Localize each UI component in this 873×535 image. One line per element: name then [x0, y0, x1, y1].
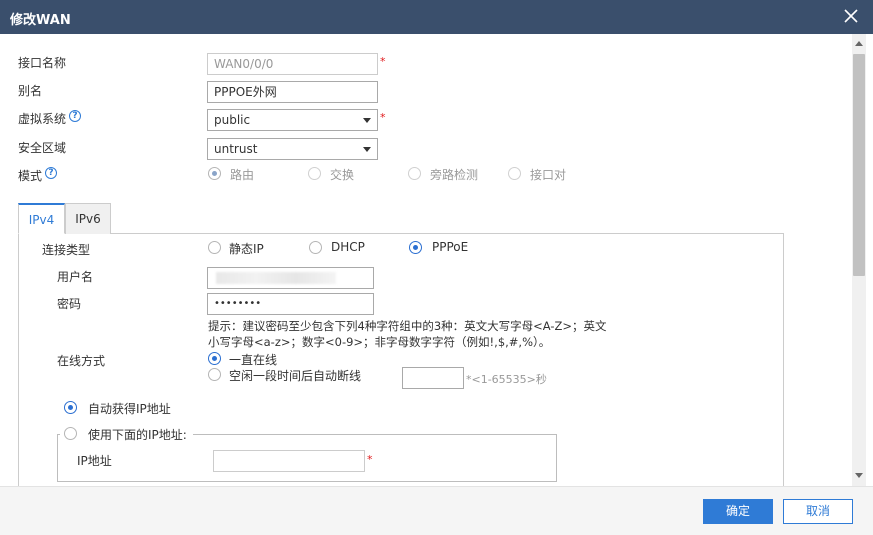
alias-field[interactable]: PPPOE外网: [207, 81, 378, 103]
ip-manual-label: 使用下面的IP地址:: [88, 428, 187, 442]
vertical-scrollbar[interactable]: [852, 34, 866, 486]
connection-option-pppoe: PPPoE: [432, 240, 469, 254]
mode-option-switch: 交换: [330, 168, 355, 182]
mode-option-route: 路由: [230, 168, 255, 182]
ip-manual-radio[interactable]: [64, 427, 77, 440]
tab-ipv4[interactable]: IPv4: [18, 203, 65, 234]
required-mark: *: [380, 55, 386, 68]
password-label: 密码: [57, 297, 82, 311]
help-icon[interactable]: ?: [45, 167, 57, 179]
username-field[interactable]: [207, 267, 374, 289]
online-mode-label: 在线方式: [57, 354, 106, 368]
online-option-idle: 空闲一段时间后自动断线: [229, 369, 362, 383]
online-radio-always[interactable]: [208, 352, 221, 365]
mode-label: 模式: [18, 169, 43, 183]
security-zone-value: untrust: [214, 142, 258, 156]
tab-ipv4-label: IPv4: [28, 213, 55, 227]
mode-option-bypass: 旁路检测: [430, 168, 479, 182]
connection-option-dhcp: DHCP: [331, 240, 365, 254]
security-zone-label: 安全区域: [18, 141, 67, 155]
tab-ipv6-label: IPv6: [75, 212, 101, 226]
virtual-system-value: public: [214, 113, 251, 127]
security-zone-select[interactable]: untrust: [207, 138, 378, 160]
username-label: 用户名: [57, 270, 94, 284]
alias-label: 别名: [18, 84, 43, 98]
mode-option-pair: 接口对: [530, 168, 567, 182]
redacted-username: [216, 272, 336, 284]
dialog-title: 修改WAN: [10, 13, 71, 28]
virtual-system-label: 虚拟系统: [18, 112, 67, 126]
connection-radio-dhcp[interactable]: [309, 241, 322, 254]
connection-option-static: 静态IP: [229, 242, 264, 256]
online-radio-idle[interactable]: [208, 368, 221, 381]
cancel-button[interactable]: 取消: [783, 499, 853, 524]
ip-address-field[interactable]: [213, 450, 365, 472]
required-mark: *: [367, 453, 373, 466]
connection-radio-static[interactable]: [208, 241, 221, 254]
ok-button[interactable]: 确定: [703, 499, 773, 524]
interface-name-field: WAN0/0/0: [207, 53, 378, 75]
close-icon[interactable]: [843, 8, 859, 24]
password-hint: 提示：建议密码至少包含下列4种字符组中的3种：英文大写字母<A-Z>；英文小写字…: [208, 319, 607, 349]
interface-name-label: 接口名称: [18, 56, 67, 70]
mode-radio-switch: [308, 167, 321, 180]
dialog-footer: 确定 取消: [0, 486, 873, 535]
mode-radio-route: [208, 167, 221, 180]
scroll-down-icon[interactable]: [855, 473, 863, 478]
scroll-up-icon[interactable]: [855, 41, 863, 46]
mode-radio-bypass: [408, 167, 421, 180]
online-option-always: 一直在线: [229, 353, 278, 367]
idle-timeout-unit: *<1-65535>秒: [466, 373, 547, 386]
dialog-titlebar: 修改WAN: [0, 0, 873, 34]
help-icon[interactable]: ?: [69, 110, 81, 122]
scrollbar-thumb[interactable]: [853, 54, 865, 276]
virtual-system-select[interactable]: public: [207, 109, 378, 131]
password-field[interactable]: ••••••••: [207, 293, 374, 315]
ip-auto-label: 自动获得IP地址: [88, 402, 171, 416]
chevron-down-icon: [363, 118, 371, 123]
idle-timeout-field[interactable]: [402, 367, 464, 389]
mode-radio-pair: [508, 167, 521, 180]
ip-address-label: IP地址: [77, 454, 112, 468]
ip-auto-radio[interactable]: [64, 401, 77, 414]
required-mark: *: [380, 111, 386, 124]
tab-ipv6[interactable]: IPv6: [65, 203, 111, 234]
chevron-down-icon: [363, 147, 371, 152]
connection-radio-pppoe[interactable]: [409, 241, 422, 254]
connection-type-label: 连接类型: [42, 243, 91, 257]
